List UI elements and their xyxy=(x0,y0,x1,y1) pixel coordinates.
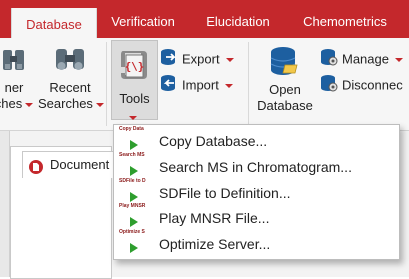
ribbon-panel: ner ches Recent Searches xyxy=(0,38,409,131)
tab-elucidation[interactable]: Elucidation xyxy=(192,0,284,38)
tab-database[interactable]: Database xyxy=(11,8,97,38)
manage-label: Manage xyxy=(342,51,389,67)
menu-item-copy-database[interactable]: Copy Data Copy Database... xyxy=(114,126,399,154)
menu-item-tiny-label: SDFile to D xyxy=(119,178,146,184)
chevron-down-icon xyxy=(25,102,34,107)
play-icon xyxy=(129,240,139,258)
script-scroll-icon: {\} xyxy=(117,47,151,86)
disconnect-label: Disconnec xyxy=(342,77,403,93)
chevron-down-icon xyxy=(394,58,403,62)
database-disconnect-icon xyxy=(320,74,338,98)
recent-searches-label-line2: Searches xyxy=(38,96,93,111)
menu-item-tiny-label: Copy Data xyxy=(119,126,144,132)
document-tab[interactable]: Document xyxy=(22,151,124,178)
chevron-down-icon xyxy=(95,102,104,107)
open-database-button[interactable]: Open Database xyxy=(256,46,314,114)
database-open-icon xyxy=(269,47,301,81)
svg-text:{\}: {\} xyxy=(125,60,145,73)
export-button[interactable]: Export xyxy=(160,48,234,68)
binoculars-icon xyxy=(3,50,25,77)
menu-item-label: SDFile to Definition... xyxy=(159,185,291,201)
tools-dropdown-menu: Copy Data Copy Database... Search MS Sea… xyxy=(113,124,400,260)
tools-label: Tools xyxy=(119,91,150,106)
tab-chemometrics[interactable]: Chemometrics xyxy=(290,0,400,38)
menu-item-label: Play MNSR File... xyxy=(159,210,270,226)
import-button[interactable]: Import xyxy=(160,74,233,94)
partial-search-button[interactable]: ner ches xyxy=(0,46,34,112)
tab-verification[interactable]: Verification xyxy=(100,0,186,38)
group-separator xyxy=(248,42,249,126)
group-separator xyxy=(106,42,107,126)
menu-item-sdfile-to-definition[interactable]: SDFile to D SDFile to Definition... xyxy=(114,178,399,206)
left-dock-strip xyxy=(0,131,10,277)
menu-item-tiny-label: Search MS xyxy=(119,152,145,158)
open-database-label-line1: Open xyxy=(269,82,301,97)
chevron-down-icon xyxy=(224,84,233,88)
tools-button[interactable]: {\} Tools xyxy=(111,40,158,120)
binoculars-icon xyxy=(53,49,87,77)
database-export-icon xyxy=(160,48,178,72)
document-icon xyxy=(28,158,44,184)
partial-label-line1: ner xyxy=(4,80,24,95)
database-gear-icon xyxy=(320,48,338,72)
menu-item-tiny-label: Play MNSR xyxy=(119,203,146,209)
manage-button[interactable]: Manage xyxy=(320,48,403,68)
menu-item-label: Search MS in Chromatogram... xyxy=(159,159,352,175)
menu-item-label: Optimize Server... xyxy=(159,236,271,252)
chevron-down-icon xyxy=(225,58,234,62)
menu-item-play-mnsr-file[interactable]: Play MNSR Play MNSR File... xyxy=(114,203,399,231)
application-window: Database Verification Elucidation Chemom… xyxy=(0,0,409,279)
document-tab-label: Document xyxy=(50,157,110,172)
partial-label-line2: ches xyxy=(0,96,23,111)
ribbon-tab-strip: Database Verification Elucidation Chemom… xyxy=(0,0,409,38)
menu-item-label: Copy Database... xyxy=(159,133,268,149)
database-import-icon xyxy=(160,74,178,98)
menu-item-search-ms-in-chromatogram[interactable]: Search MS Search MS in Chromatogram... xyxy=(114,152,399,180)
export-label: Export xyxy=(182,51,220,67)
recent-searches-label-line1: Recent xyxy=(49,80,91,95)
open-database-label-line2: Database xyxy=(257,98,313,113)
menu-item-optimize-server[interactable]: Optimize S Optimize Server... xyxy=(114,229,399,258)
disconnect-button[interactable]: Disconnec xyxy=(320,74,403,94)
menu-item-tiny-label: Optimize S xyxy=(119,229,145,235)
import-label: Import xyxy=(182,77,219,93)
recent-searches-button[interactable]: Recent Searches xyxy=(38,46,104,112)
